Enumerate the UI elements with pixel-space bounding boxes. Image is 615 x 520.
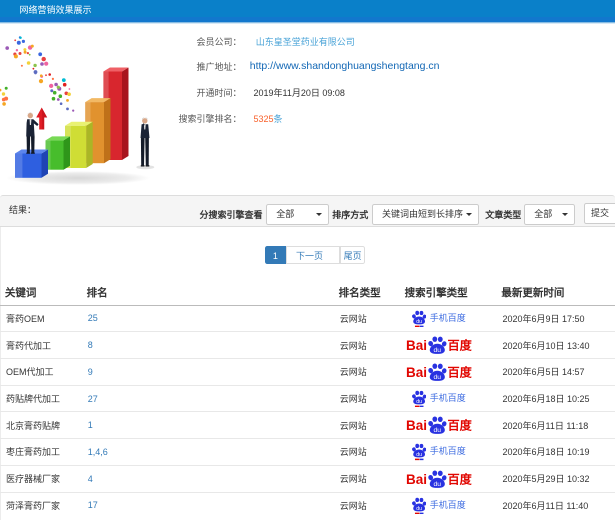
svg-text:Bai: Bai	[406, 418, 427, 433]
svg-text:Bai: Bai	[406, 365, 427, 380]
svg-text:百度: 百度	[447, 471, 472, 486]
svg-text:Bai: Bai	[406, 338, 427, 353]
svg-text:Bai: Bai	[406, 471, 427, 486]
svg-text:百度: 百度	[447, 418, 472, 433]
svg-text:百度: 百度	[447, 338, 472, 353]
svg-text:百度: 百度	[447, 364, 472, 379]
